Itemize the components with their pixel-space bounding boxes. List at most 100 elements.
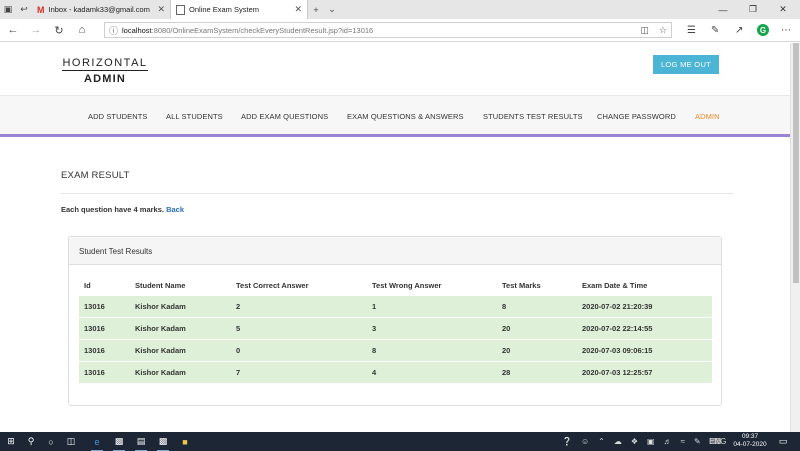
- edge-browser-icon[interactable]: e: [88, 432, 106, 451]
- forward-arrow-icon[interactable]: →: [27, 22, 45, 38]
- cortana-icon[interactable]: ○: [42, 432, 60, 451]
- favorites-icon[interactable]: ☰: [687, 22, 696, 38]
- tab-inbox[interactable]: M Inbox - kadamk33@gmail.com ✕: [32, 0, 170, 19]
- tab-list-chevron-icon[interactable]: ⌄: [324, 0, 340, 19]
- pen-icon[interactable]: ✎: [711, 22, 719, 38]
- volume-icon[interactable]: ♬: [664, 437, 672, 446]
- column-header: Test Wrong Answer: [372, 280, 442, 290]
- windows-start-icon[interactable]: ⊞: [2, 432, 20, 451]
- cell-id: 13016: [79, 360, 130, 383]
- task-view-icon[interactable]: ◫: [62, 432, 80, 451]
- minimize-icon[interactable]: —: [708, 0, 738, 19]
- cell-student-name: Kishor Kadam: [130, 360, 231, 383]
- cell-id: 13016: [79, 338, 130, 361]
- table-row: 13016 Kishor Kadam 5 3 20 2020-07-02 22:…: [79, 316, 712, 339]
- console-icon[interactable]: ▩: [154, 432, 172, 451]
- cell-marks: 20: [497, 338, 577, 361]
- onedrive-icon[interactable]: ☁: [614, 437, 622, 446]
- clock-date: 04-07-2020: [733, 441, 767, 448]
- cell-wrong: 1: [367, 294, 497, 317]
- restore-icon[interactable]: ❐: [738, 0, 768, 19]
- dropbox-icon[interactable]: ❖: [631, 437, 638, 446]
- table-row: 13016 Kishor Kadam 7 4 28 2020-07-03 12:…: [79, 360, 712, 383]
- app-icon[interactable]: ▤: [132, 432, 150, 451]
- tab-actions-icon[interactable]: ▣: [0, 0, 16, 19]
- page-title: EXAM RESULT: [61, 170, 130, 181]
- system-tray: ❔ ☺ ⌃ ☁ ❖ ▣ ♬ ≈ ✎ ⌨: [562, 432, 721, 451]
- refresh-icon[interactable]: ↻: [50, 22, 68, 38]
- language-indicator[interactable]: ENG: [709, 432, 726, 451]
- new-tab-icon[interactable]: +: [308, 0, 324, 19]
- url-path: :8080/OnlineExamSystem/checkEveryStudent…: [151, 25, 374, 35]
- marks-note: Each question have 4 marks. Back: [61, 205, 184, 214]
- cell-datetime: 2020-07-02 21:20:39: [577, 294, 712, 317]
- cell-datetime: 2020-07-02 22:14:55: [577, 316, 712, 339]
- show-hidden-icons-chevron-icon[interactable]: ⌃: [598, 437, 605, 446]
- back-arrow-icon[interactable]: ←: [4, 22, 22, 38]
- site-logo[interactable]: HORIZONTAL ADMIN: [62, 57, 148, 85]
- scrollbar-thumb[interactable]: [793, 43, 799, 283]
- page-icon: [176, 4, 185, 15]
- cell-wrong: 3: [367, 316, 497, 339]
- cell-student-name: Kishor Kadam: [130, 338, 231, 361]
- table-header-row: Id Student Name Test Correct Answer Test…: [79, 276, 712, 295]
- cell-student-name: Kishor Kadam: [130, 316, 231, 339]
- results-panel: Student Test Results Id Student Name Tes…: [68, 236, 722, 406]
- column-header: Test Correct Answer: [236, 280, 309, 290]
- logout-button[interactable]: LOG ME OUT: [653, 55, 719, 74]
- people-icon[interactable]: ☺: [581, 437, 589, 446]
- home-icon[interactable]: ⌂: [73, 22, 91, 38]
- windows-taskbar: ⊞ ⚲ ○ ◫ e ▩ ▤ ▩ ■ ❔ ☺ ⌃ ☁ ❖ ▣ ♬ ≈ ✎ ⌨ EN…: [0, 432, 800, 451]
- nav-change-password[interactable]: CHANGE PASSWORD: [597, 112, 676, 121]
- nav-all-students[interactable]: ALL STUDENTS: [166, 112, 223, 121]
- url-field[interactable]: ⓘ localhost:8080/OnlineExamSystem/checkE…: [104, 22, 672, 38]
- column-header: Test Marks: [502, 280, 541, 290]
- clock-time: 09:37: [741, 433, 759, 440]
- tab-title: Online Exam System: [189, 5, 260, 14]
- gmail-icon: M: [37, 4, 45, 15]
- column-header: Exam Date & Time: [582, 280, 648, 290]
- table-row: 13016 Kishor Kadam 2 1 8 2020-07-02 21:2…: [79, 294, 712, 317]
- address-toolbar: ← → ↻ ⌂ ⓘ localhost:8080/OnlineExamSyste…: [0, 19, 800, 42]
- close-window-icon[interactable]: ✕: [768, 0, 798, 19]
- cell-datetime: 2020-07-03 09:06:15: [577, 338, 712, 361]
- nav-admin[interactable]: ADMIN: [695, 112, 720, 121]
- wifi-icon[interactable]: ≈: [681, 437, 685, 446]
- pen-workspace-icon[interactable]: ✎: [694, 437, 701, 446]
- table-row: 13016 Kishor Kadam 0 8 20 2020-07-03 09:…: [79, 338, 712, 361]
- favorite-star-icon[interactable]: ☆: [659, 25, 667, 36]
- nav-students-test-results[interactable]: STUDENTS TEST RESULTS: [483, 112, 583, 121]
- clock[interactable]: 09:37 04-07-2020: [726, 433, 774, 449]
- grammarly-icon[interactable]: G: [757, 22, 769, 38]
- cell-datetime: 2020-07-03 12:25:57: [577, 360, 712, 383]
- panel-title: Student Test Results: [69, 237, 721, 265]
- cell-marks: 20: [497, 316, 577, 339]
- back-link[interactable]: Back: [166, 205, 184, 214]
- nav-add-students[interactable]: ADD STUDENTS: [88, 112, 148, 121]
- site-header: HORIZONTAL ADMIN LOG ME OUT: [0, 43, 790, 95]
- file-explorer-icon[interactable]: ■: [176, 432, 194, 451]
- nav-add-exam-questions[interactable]: ADD EXAM QUESTIONS: [241, 112, 328, 121]
- url-host: localhost: [122, 25, 152, 35]
- close-tab-icon[interactable]: ✕: [157, 4, 165, 15]
- cell-correct: 7: [231, 360, 367, 383]
- logo-line-2: ADMIN: [83, 73, 127, 85]
- set-aside-tabs-icon[interactable]: ↩: [16, 0, 32, 19]
- help-icon[interactable]: ❔: [562, 437, 572, 446]
- tab-online-exam[interactable]: Online Exam System ✕: [170, 0, 308, 19]
- cell-id: 13016: [79, 294, 130, 317]
- reading-view-icon[interactable]: ◫: [640, 25, 649, 36]
- terminal-icon[interactable]: ▩: [110, 432, 128, 451]
- search-icon[interactable]: ⚲: [22, 432, 40, 451]
- nav-exam-questions-answers[interactable]: EXAM QUESTIONS & ANSWERS: [347, 112, 464, 121]
- results-table: Id Student Name Test Correct Answer Test…: [79, 276, 712, 383]
- notifications-icon[interactable]: ▭: [774, 432, 792, 451]
- more-menu-icon[interactable]: ⋯: [781, 22, 791, 38]
- main-nav: ADD STUDENTS ALL STUDENTS ADD EXAM QUEST…: [0, 95, 790, 137]
- logo-line-1: HORIZONTAL: [62, 57, 148, 71]
- page-scrollbar[interactable]: [790, 43, 800, 432]
- divider: [61, 193, 733, 194]
- network-icon[interactable]: ▣: [647, 437, 655, 446]
- share-icon[interactable]: ↗: [735, 22, 743, 38]
- close-tab-icon[interactable]: ✕: [294, 4, 302, 15]
